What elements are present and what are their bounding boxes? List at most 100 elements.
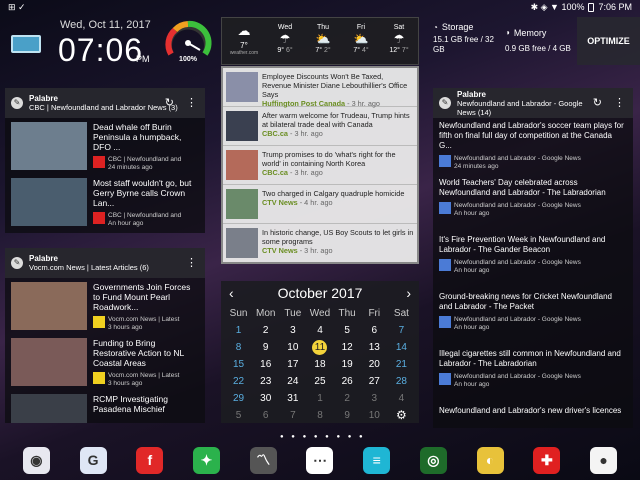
calendar-day[interactable]: 30 [252,390,279,407]
calendar-day[interactable]: 2 [334,390,361,407]
calendar-day[interactable]: 1 [225,322,252,339]
calendar-day[interactable]: 2 [252,322,279,339]
list-item[interactable]: Funding to Bring Restorative Action to N… [5,334,205,390]
prev-month-button[interactable]: ‹ [229,285,234,301]
calendar-day[interactable]: 21 [388,356,415,373]
calendar-day[interactable]: 18 [306,356,333,373]
feedly-icon[interactable]: ✦ [193,446,221,474]
calendar-day[interactable]: 22 [225,373,252,390]
article-ago: An hour ago [454,210,490,217]
news-item[interactable]: Employee Discounts Won't Be Taxed, Reven… [223,68,417,108]
calendar-day[interactable]: 4 [388,390,415,407]
list-item[interactable]: Newfoundland and Labrador's new driver's… [433,403,633,428]
calendar-day[interactable]: 31 [279,390,306,407]
calendar-day[interactable]: 13 [361,339,388,356]
news-item[interactable]: Two charged in Calgary quadruple homicid… [223,185,417,224]
calendar-day[interactable]: 6 [252,407,279,424]
memory-icon: ◑ [505,28,510,37]
radar-icon[interactable]: ◎ [419,446,447,474]
globe-icon[interactable]: ◐ [476,446,504,474]
clock-time[interactable]: 07:06 [58,32,143,69]
news-title: Two charged in Calgary quadruple homicid… [262,189,405,198]
calendar-day[interactable]: 4 [306,322,333,339]
calendar-day[interactable]: 3 [279,322,306,339]
calendar-day[interactable]: 1 [306,390,333,407]
list-item[interactable]: Ground-breaking news for Cricket Newfoun… [433,289,633,346]
list-item[interactable]: RCMP Investigating Pasadena Mischief [5,390,205,423]
calendar-day[interactable]: 27 [361,373,388,390]
calendar-day[interactable]: 5 [334,322,361,339]
status-icons: ✱ ◈ ▼ 100% [530,1,585,12]
calendar-day[interactable]: 17 [279,356,306,373]
more-icon[interactable]: ⋮ [186,96,197,109]
calendar-day[interactable]: 24 [279,373,306,390]
list-item[interactable]: Dead whale off Burin Peninsula a humpbac… [5,118,205,174]
pulse-icon[interactable]: 〽 [249,446,277,474]
calendar-day[interactable]: 11 [312,340,328,355]
calendar-day[interactable]: 15 [225,356,252,373]
memory-label: Memory [513,28,547,38]
calendar-day[interactable]: 20 [361,356,388,373]
refresh-icon[interactable]: ↻ [593,96,602,109]
calendar-day[interactable]: 6 [361,322,388,339]
widget-subtitle: Newfoundland and Labrador - Google News … [457,98,583,117]
calendar-day[interactable]: 9 [252,339,279,356]
calendar-day[interactable]: 25 [306,373,333,390]
dock: ◉ Gf ✦ 〽 ⋯ ≡ ◎ ◐ ✚ ● [0,440,640,480]
list-item[interactable]: Governments Join Forces to Fund Mount Pe… [5,278,205,334]
storage-widget[interactable]: ◔ Storage 15.1 GB free / 32 GB ◑ Memory 0.… [433,22,573,62]
weather-hi: 7° [353,47,361,54]
palabre-logo-icon: ✎ [11,257,23,269]
tasks-icon[interactable]: ≡ [363,446,391,474]
more-icon[interactable]: ⋮ [614,96,625,109]
weather-day-name: Wed [277,24,293,31]
calendar-day[interactable]: 10 [361,407,388,424]
weather-hi: 12° [389,47,400,54]
weekday-label: Sun [229,308,248,319]
calendar-day[interactable]: 23 [252,373,279,390]
weather-day-name: Sat [393,24,405,31]
optimize-button[interactable]: OPTIMIZE [577,17,640,65]
next-month-button[interactable]: › [406,285,411,301]
list-item[interactable]: Most staff wouldn't go, but Gerry Byrne … [5,174,205,230]
clock-app-icon[interactable] [11,35,41,53]
calendar-day[interactable]: 26 [334,373,361,390]
calendar-day[interactable]: 3 [361,390,388,407]
news-source: Huffington Post Canada [262,99,346,108]
calendar-day[interactable]: 10 [279,339,306,356]
calendar-day[interactable]: 29 [225,390,252,407]
battery-gauge[interactable]: 100% [163,20,213,66]
news-thumbnail [226,111,258,141]
list-item[interactable]: It's Fire Prevention Week in Newfoundlan… [433,232,633,289]
calendar-day[interactable]: 16 [252,356,279,373]
news-item[interactable]: Trump promises to do 'what's right for t… [223,146,417,185]
calendar-day[interactable]: 8 [306,407,333,424]
news-ago: - 3 hr. ago [287,168,323,177]
list-item[interactable]: Illegal cigarettes still common in Newfo… [433,346,633,403]
news-item[interactable]: In historic change, US Boy Scouts to let… [223,224,417,263]
apps-icon[interactable]: ⋯ [306,446,334,474]
list-item[interactable]: World Teachers' Day celebrated across Ne… [433,175,633,232]
weather-widget[interactable]: ☁ 7° weather.com Wed ☂ 9° 6° Thu ⛅ 7° 2° Fri… [221,17,419,65]
calendar-day[interactable]: 19 [334,356,361,373]
news-item[interactable]: After warm welcome for Trudeau, Trump hi… [223,107,417,146]
calendar-day[interactable]: 8 [225,339,252,356]
canada-icon[interactable]: ✚ [533,446,561,474]
calendar-day[interactable]: 7 [388,322,415,339]
settings-icon[interactable]: ⚙ [388,407,415,424]
calendar-day[interactable]: 28 [388,373,415,390]
chrome-icon[interactable]: ● [590,446,618,474]
more-icon[interactable]: ⋮ [186,256,197,269]
article-ago: An hour ago [454,381,490,388]
flipboard-icon[interactable]: f [136,446,164,474]
calendar-day[interactable]: 7 [279,407,306,424]
calendar-day[interactable]: 9 [334,407,361,424]
refresh-icon[interactable]: ↻ [165,96,174,109]
cbc-news-widget: ✎ Palabre CBC | Newfoundland and Labrador… [5,88,205,233]
calendar-app-icon[interactable]: G [79,446,107,474]
calendar-day[interactable]: 5 [225,407,252,424]
camera-icon[interactable]: ◉ [22,446,50,474]
calendar-day[interactable]: 12 [334,339,361,356]
calendar-day[interactable]: 14 [388,339,415,356]
list-item[interactable]: Newfoundland and Labrador's soccer team … [433,118,633,175]
